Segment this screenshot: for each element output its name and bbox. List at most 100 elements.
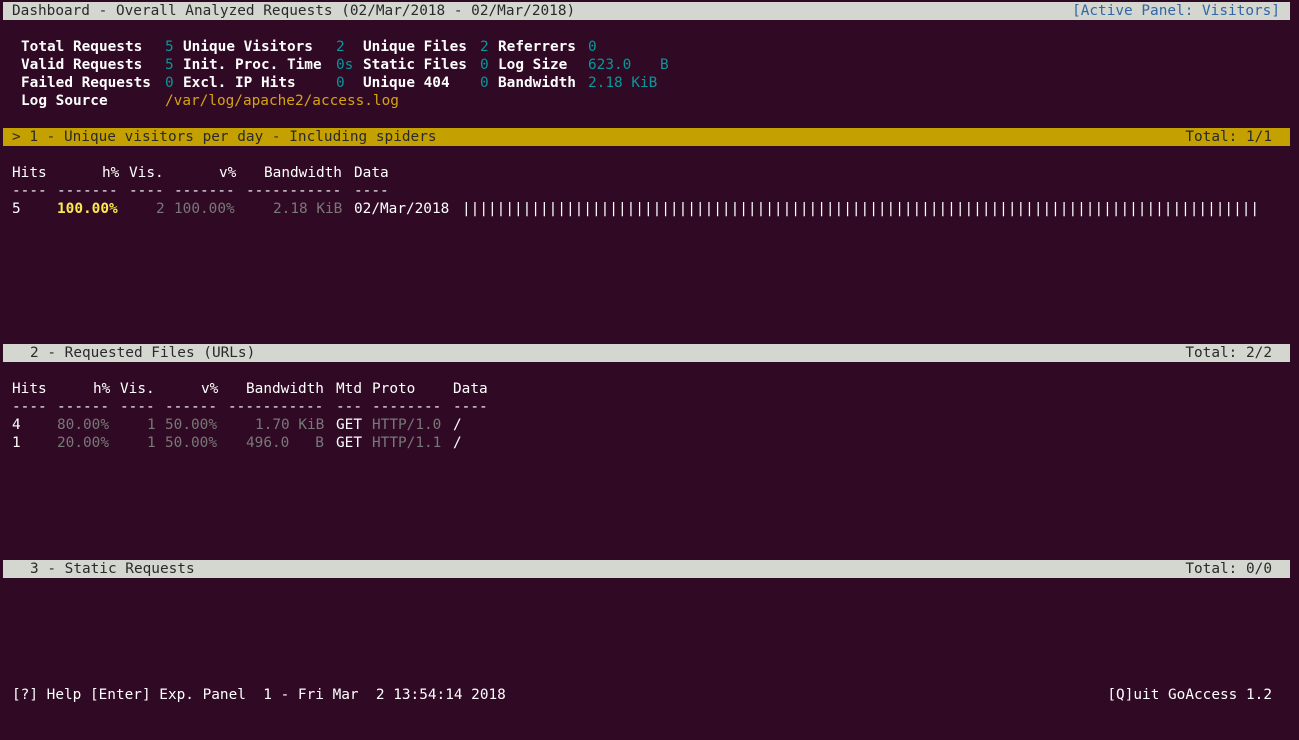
header-bar: Dashboard - Overall Analyzed Requests (0… xyxy=(3,2,1290,20)
stats-row-3: Failed Requests 0 Excl. IP Hits 0 Unique… xyxy=(0,74,657,92)
col-visitors-percent: v% xyxy=(201,381,219,397)
dash-hits: ---- xyxy=(12,183,47,199)
panel-2-title: 2 - Requested Files (URLs) xyxy=(30,345,256,361)
log-source-label: Log Source xyxy=(21,93,108,109)
panel-2-total: Total: 2/2 xyxy=(1185,345,1272,361)
stats-row-2: Valid Requests 5 Init. Proc. Time 0s Sta… xyxy=(0,56,669,74)
dashboard-title: Dashboard - Overall Analyzed Requests (0… xyxy=(12,3,576,19)
col-data: Data xyxy=(354,165,389,181)
dash-data: ---- xyxy=(453,399,488,415)
static-files-value: 0 xyxy=(480,57,489,73)
col-data: Data xyxy=(453,381,488,397)
bandwidth-label: Bandwidth xyxy=(498,75,576,91)
log-source-value: /var/log/apache2/access.log xyxy=(165,93,399,109)
col-visitors: Vis. xyxy=(129,165,164,181)
panel-2-header[interactable]: 2 - Requested Files (URLs) Total: 2/2 xyxy=(3,344,1290,362)
col-hits-percent: h% xyxy=(102,165,120,181)
row-bandwidth: 1.70 KiB xyxy=(255,417,325,433)
dash-bandwidth: ----------- xyxy=(246,183,342,199)
row-bandwidth: 496.0 B xyxy=(246,435,324,451)
row-visitors: 2 xyxy=(156,201,165,217)
log-size-value: 623.0 xyxy=(588,57,632,73)
init-proc-time-label: Init. Proc. Time xyxy=(183,57,322,73)
panel-1-title: > 1 - Unique visitors per day - Includin… xyxy=(12,129,437,145)
panel-3-title: 3 - Static Requests xyxy=(30,561,195,577)
unique-files-label: Unique Files xyxy=(363,39,467,55)
init-proc-time-value: 0s xyxy=(336,57,354,73)
unique-visitors-value: 2 xyxy=(336,39,345,55)
hits-histogram-bar: ||||||||||||||||||||||||||||||||||||||||… xyxy=(462,201,1260,217)
panel-1-total: Total: 1/1 xyxy=(1185,129,1272,145)
row-visitors: 1 xyxy=(147,417,156,433)
col-visitors-percent: v% xyxy=(219,165,237,181)
dash-hits-percent: ------- xyxy=(57,183,118,199)
unique-404-value: 0 xyxy=(480,75,489,91)
referrers-label: Referrers xyxy=(498,39,576,55)
unique-files-value: 2 xyxy=(480,39,489,55)
stats-row-1: Total Requests 5 Unique Visitors 2 Uniqu… xyxy=(0,38,597,56)
dash-visitors: ---- xyxy=(120,399,155,415)
row-method: GET xyxy=(336,417,362,433)
row-visitors: 1 xyxy=(147,435,156,451)
col-hits: Hits xyxy=(12,165,47,181)
valid-requests-label: Valid Requests xyxy=(21,57,143,73)
dash-visitors: ---- xyxy=(129,183,164,199)
panel-3-total: Total: 0/0 xyxy=(1185,561,1272,577)
panel-1-header[interactable]: > 1 - Unique visitors per day - Includin… xyxy=(3,128,1290,146)
referrers-value: 0 xyxy=(588,39,597,55)
total-requests-value: 5 xyxy=(165,39,174,55)
row-bandwidth: 2.18 KiB xyxy=(273,201,343,217)
row-hits-percent: 100.00% xyxy=(57,201,118,217)
row-method: GET xyxy=(336,435,362,451)
dash-hits-percent: ------ xyxy=(57,399,109,415)
unique-visitors-label: Unique Visitors xyxy=(183,39,313,55)
panel-1-column-headers: Hits h% Vis. v% Bandwidth Data xyxy=(0,164,389,182)
footer-help[interactable]: [?] Help [Enter] Exp. Panel 1 - Fri Mar … xyxy=(12,686,506,704)
excl-ip-hits-label: Excl. IP Hits xyxy=(183,75,296,91)
row-protocol: HTTP/1.1 xyxy=(372,435,442,451)
panel-2-column-headers: Hits h% Vis. v% Bandwidth Mtd Proto Data xyxy=(0,380,488,398)
row-visitors-percent: 50.00% xyxy=(165,435,217,451)
row-data: / xyxy=(453,417,462,433)
log-size-label: Log Size xyxy=(498,57,568,73)
col-protocol: Proto xyxy=(372,381,416,397)
bandwidth-value: 2.18 KiB xyxy=(588,75,658,91)
dash-data: ---- xyxy=(354,183,389,199)
log-size-unit: B xyxy=(660,57,669,73)
dash-visitors-percent: ------ xyxy=(165,399,217,415)
dash-method: --- xyxy=(336,399,362,415)
active-panel-indicator: [Active Panel: Visitors] xyxy=(1072,3,1280,19)
footer-bar: [?] Help [Enter] Exp. Panel 1 - Fri Mar … xyxy=(0,686,1299,704)
table-row[interactable]: 1 20.00% 1 50.00% 496.0 B GET HTTP/1.1 / xyxy=(0,434,1290,452)
row-data: 02/Mar/2018 xyxy=(354,201,450,217)
col-bandwidth: Bandwidth xyxy=(264,165,342,181)
failed-requests-value: 0 xyxy=(165,75,174,91)
table-row[interactable]: 4 80.00% 1 50.00% 1.70 KiB GET HTTP/1.0 … xyxy=(0,416,1290,434)
dash-protocol: -------- xyxy=(372,399,442,415)
dash-hits: ---- xyxy=(12,399,47,415)
row-hits: 4 xyxy=(12,417,21,433)
panel-2-column-dashes: ---- ------ ---- ------ ----------- --- … xyxy=(0,398,488,416)
table-row[interactable]: 5 100.00% 2 100.00% 2.18 KiB 02/Mar/2018… xyxy=(0,200,1290,218)
unique-404-label: Unique 404 xyxy=(363,75,450,91)
row-visitors-percent: 50.00% xyxy=(165,417,217,433)
dash-visitors-percent: ------- xyxy=(174,183,235,199)
row-hits-percent: 20.00% xyxy=(57,435,109,451)
row-hits-percent: 80.00% xyxy=(57,417,109,433)
static-files-label: Static Files xyxy=(363,57,467,73)
failed-requests-label: Failed Requests xyxy=(21,75,151,91)
col-bandwidth: Bandwidth xyxy=(246,381,324,397)
col-visitors: Vis. xyxy=(120,381,155,397)
footer-quit[interactable]: [Q]uit GoAccess 1.2 xyxy=(1107,686,1272,704)
row-hits: 5 xyxy=(12,201,21,217)
row-data: / xyxy=(453,435,462,451)
col-hits: Hits xyxy=(12,381,47,397)
col-method: Mtd xyxy=(336,381,362,397)
dash-bandwidth: ----------- xyxy=(228,399,324,415)
total-requests-label: Total Requests xyxy=(21,39,143,55)
panel-3-header[interactable]: 3 - Static Requests Total: 0/0 xyxy=(3,560,1290,578)
row-protocol: HTTP/1.0 xyxy=(372,417,442,433)
row-visitors-percent: 100.00% xyxy=(174,201,235,217)
col-hits-percent: h% xyxy=(93,381,111,397)
valid-requests-value: 5 xyxy=(165,57,174,73)
